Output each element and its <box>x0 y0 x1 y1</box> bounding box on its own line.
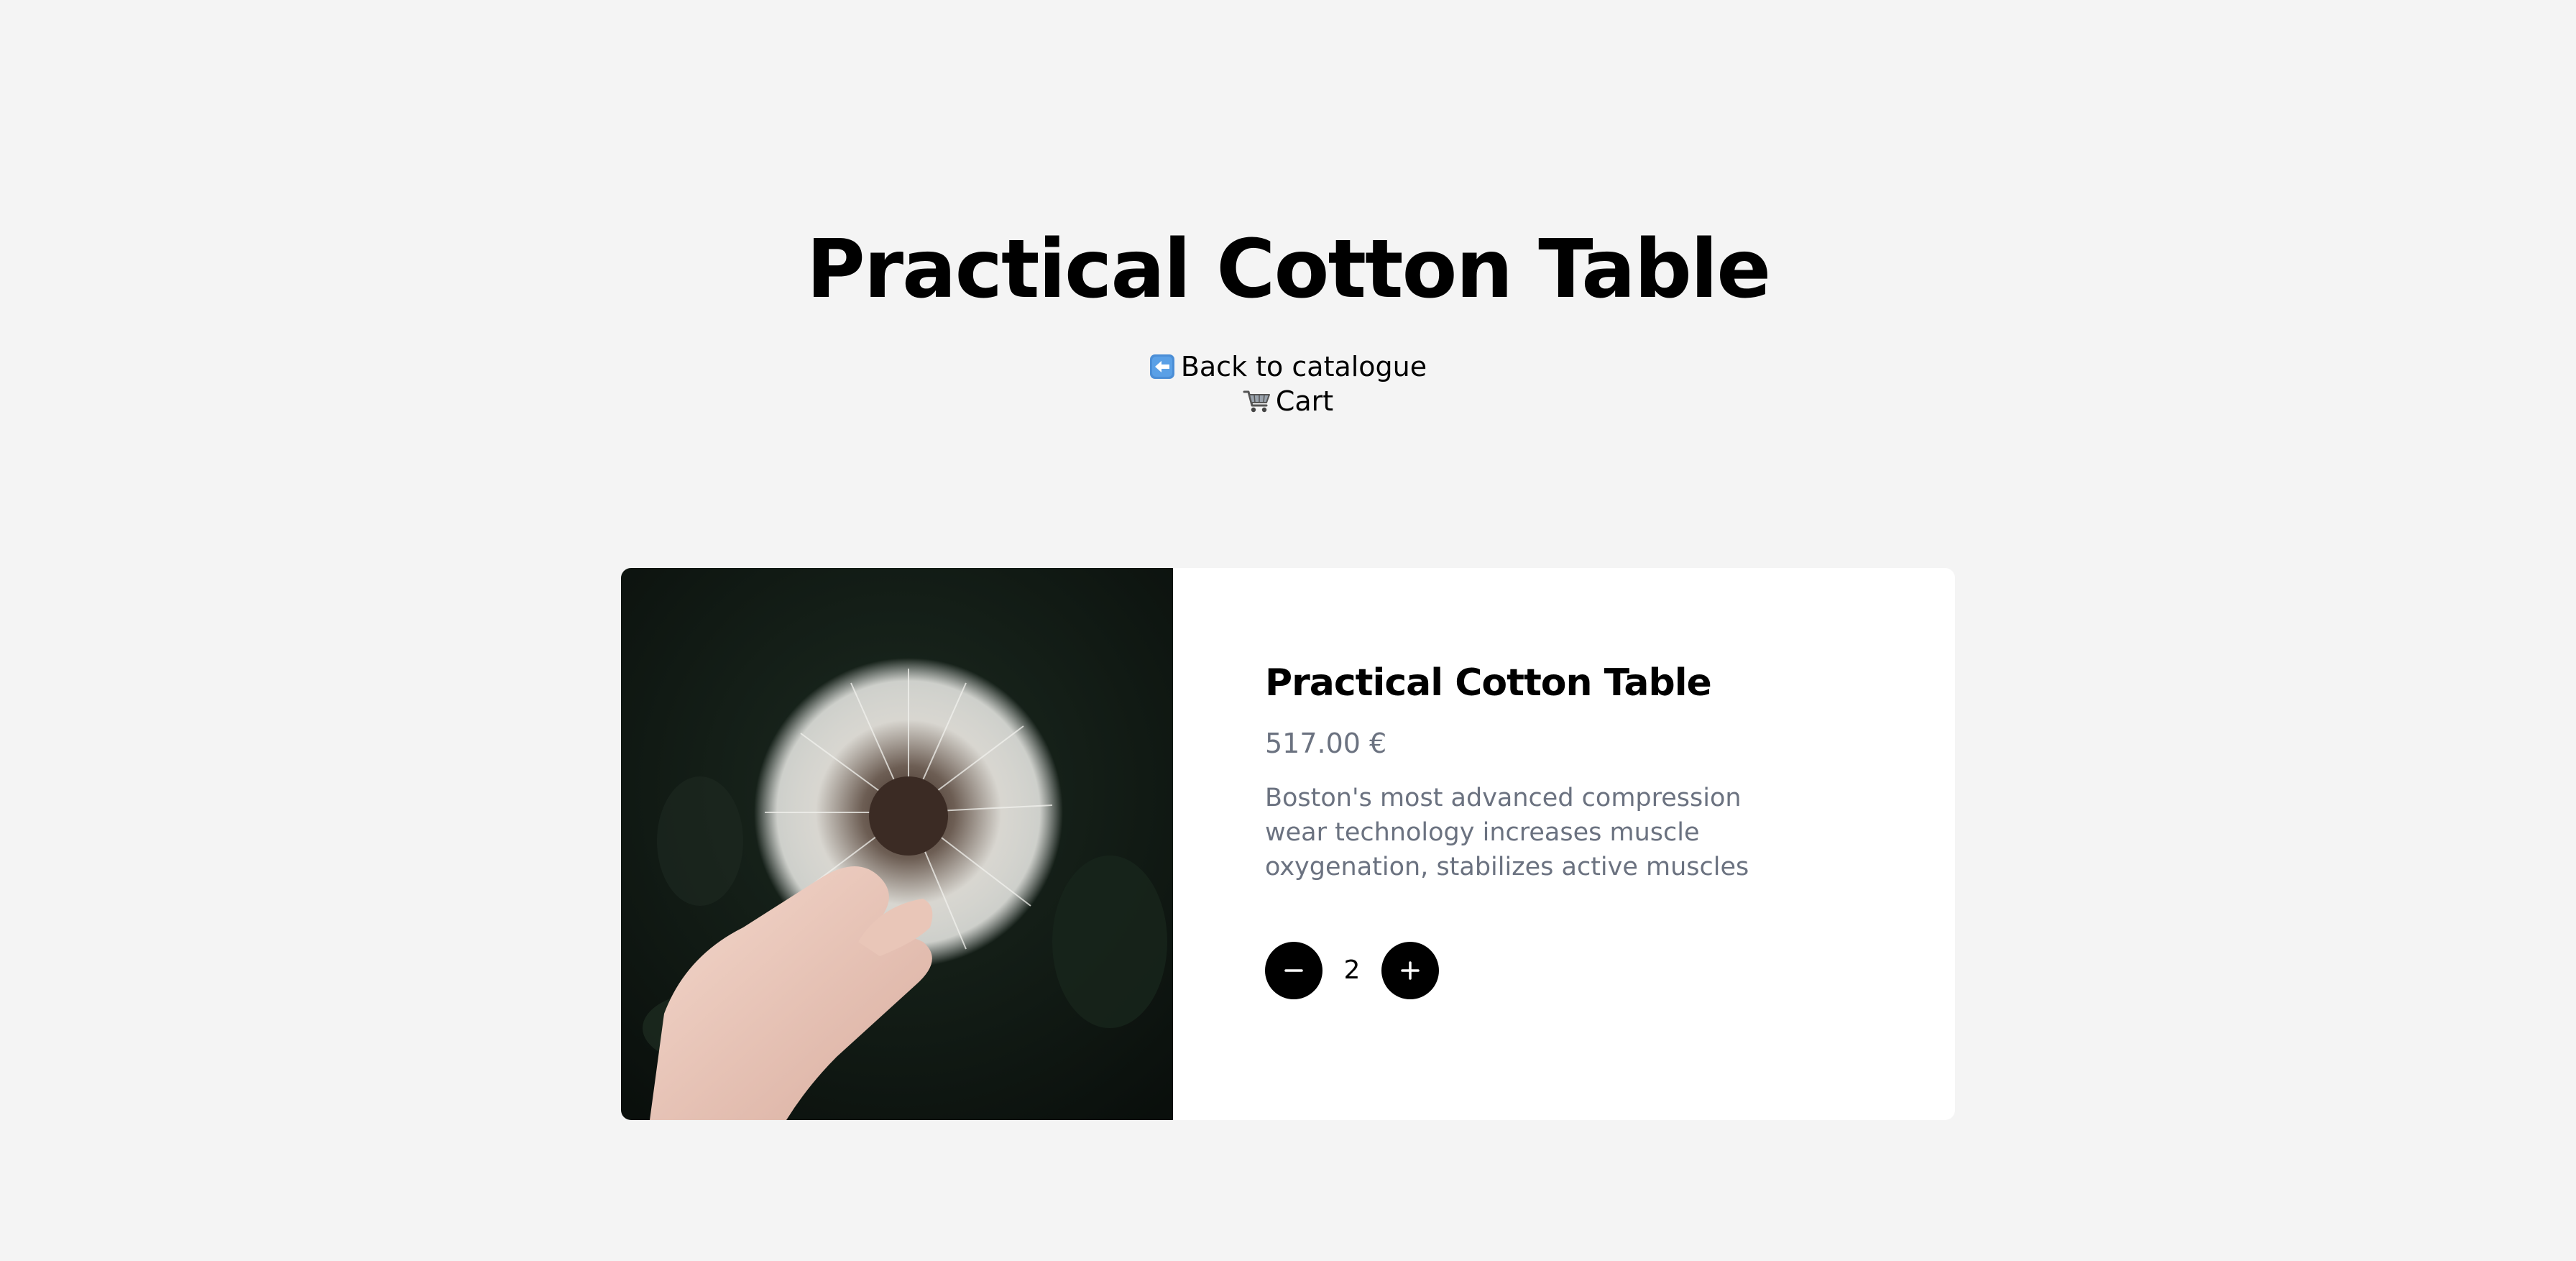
back-link-label: Back to catalogue <box>1180 351 1427 382</box>
plus-icon <box>1401 961 1420 980</box>
cart-link-label: Cart <box>1275 385 1334 417</box>
product-page: Practical Cotton Table Back to catalogue <box>0 0 2576 1261</box>
cart-link-row: Cart <box>0 384 2576 418</box>
product-details: Practical Cotton Table 517.00 € Boston's… <box>1173 568 1955 1120</box>
back-link-row: Back to catalogue <box>0 349 2576 384</box>
minus-icon <box>1284 969 1303 972</box>
back-to-catalogue-link[interactable]: Back to catalogue <box>1149 349 1427 384</box>
quantity-stepper: 2 <box>1265 942 1955 999</box>
cart-link[interactable]: Cart <box>1243 384 1333 418</box>
product-name: Practical Cotton Table <box>1265 661 1712 705</box>
product-card: Practical Cotton Table 517.00 € Boston's… <box>621 568 1955 1120</box>
page-title: Practical Cotton Table <box>806 223 1772 316</box>
shopping-cart-icon <box>1243 390 1270 413</box>
left-arrow-icon <box>1149 354 1174 379</box>
product-image <box>621 568 1173 1120</box>
increase-quantity-button[interactable] <box>1381 942 1439 999</box>
quantity-value: 2 <box>1343 955 1361 985</box>
decrease-quantity-button[interactable] <box>1265 942 1322 999</box>
top-navigation: Back to catalogue Cart <box>0 349 2576 418</box>
product-price: 517.00 € <box>1265 728 1387 759</box>
product-description: Boston's most advanced compression wear … <box>1265 784 1749 881</box>
